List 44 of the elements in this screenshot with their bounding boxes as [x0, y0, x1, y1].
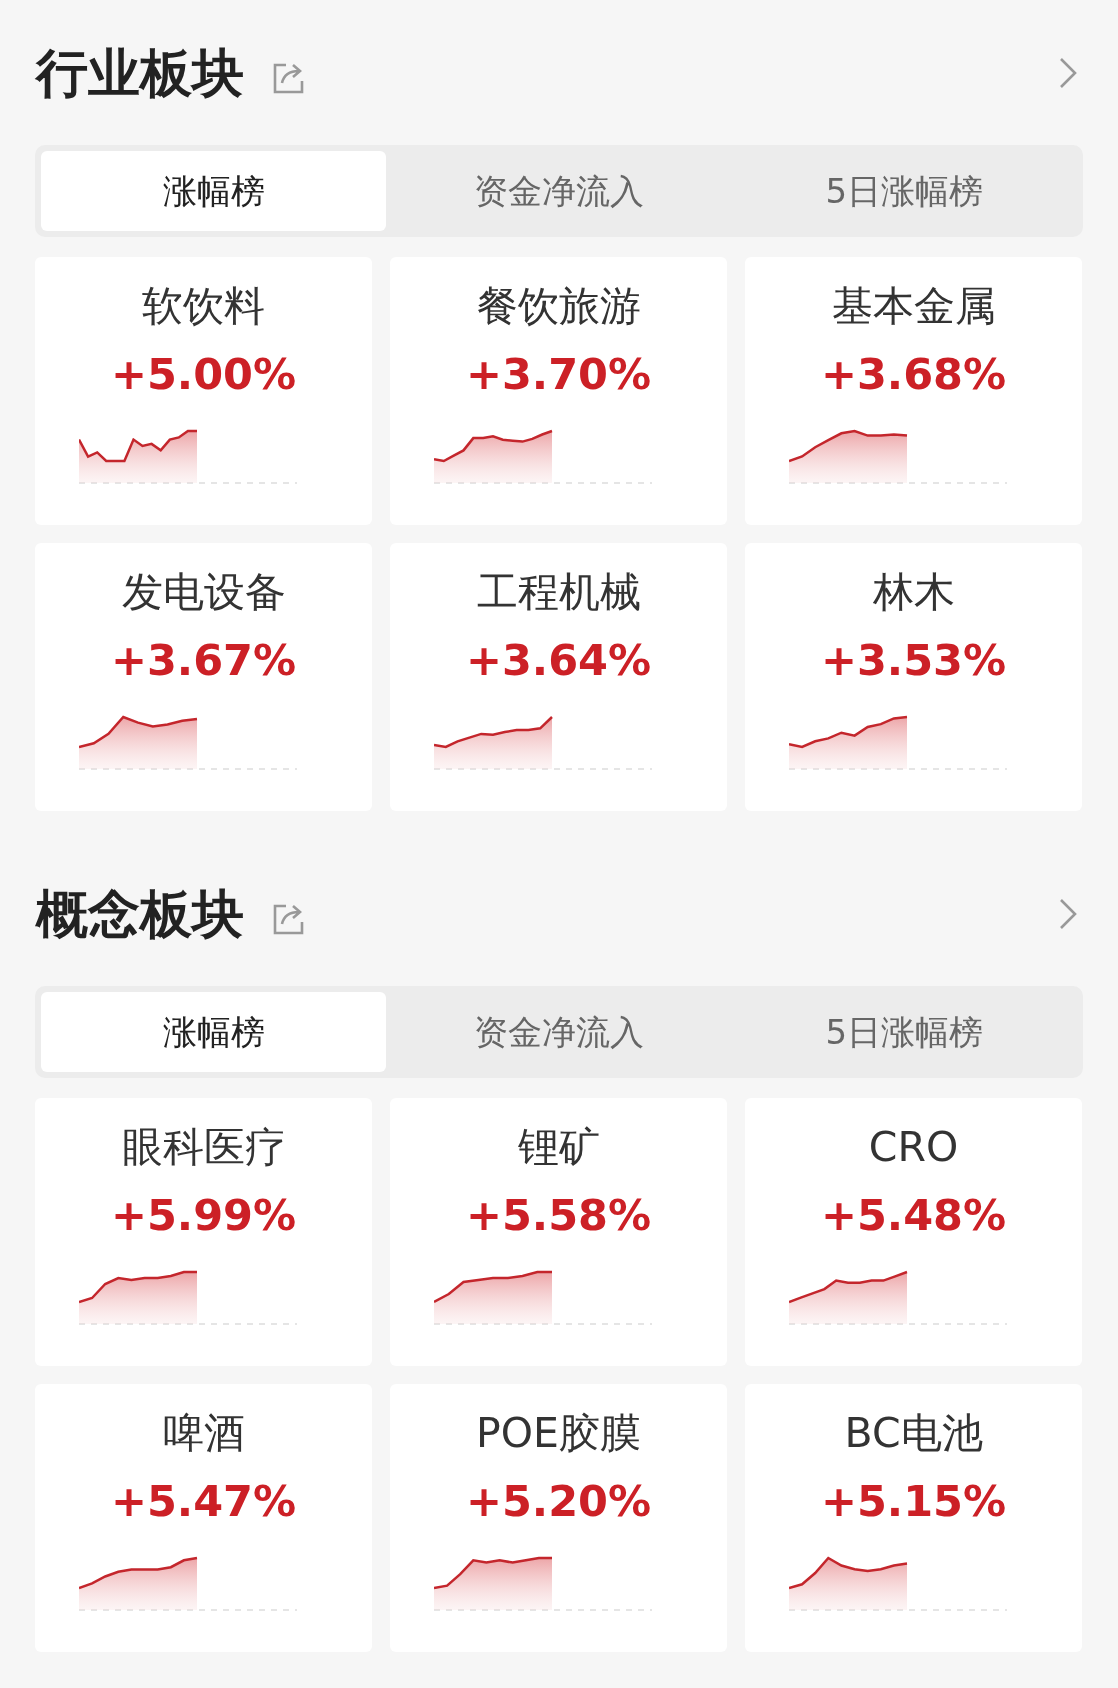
sector-card[interactable]: POE胶膜 +5.20% [390, 1384, 727, 1652]
sector-card[interactable]: 锂矿 +5.58% [390, 1098, 727, 1366]
percent-change: +5.15% [819, 1475, 1008, 1528]
section-title: 行业板块 [36, 46, 244, 99]
percent-change: +5.99% [109, 1189, 298, 1242]
sector-card[interactable]: 基本金属 +3.68% [745, 257, 1082, 525]
sector-card[interactable]: CRO +5.48% [745, 1098, 1082, 1366]
tab[interactable]: 资金净流入 [386, 992, 732, 1072]
sector-name: 锂矿 [516, 1122, 601, 1173]
sector-card[interactable]: 工程机械 +3.64% [390, 543, 727, 811]
sector-card[interactable]: BC电池 +5.15% [745, 1384, 1082, 1652]
percent-change: +3.67% [109, 634, 298, 687]
sector-name: POE胶膜 [475, 1408, 642, 1459]
sector-card[interactable]: 餐饮旅游 +3.70% [390, 257, 727, 525]
sector-name: 啤酒 [161, 1408, 246, 1459]
percent-change: +5.47% [109, 1475, 298, 1528]
tab[interactable]: 5日涨幅榜 [731, 151, 1077, 231]
sector-name: BC电池 [843, 1408, 984, 1459]
sector-name: 基本金属 [830, 281, 997, 332]
sector-name: 林木 [871, 567, 956, 618]
percent-change: +5.00% [109, 348, 298, 401]
sector-name: 餐饮旅游 [475, 281, 642, 332]
percent-change: +3.70% [464, 348, 653, 401]
sector-name: 眼科医疗 [120, 1122, 287, 1173]
tab[interactable]: 5日涨幅榜 [731, 992, 1077, 1072]
sector-card[interactable]: 眼科医疗 +5.99% [35, 1098, 372, 1366]
section-title: 概念板块 [36, 887, 244, 940]
sector-card[interactable]: 软饮料 +5.00% [35, 257, 372, 525]
percent-change: +5.48% [819, 1189, 1008, 1242]
tab[interactable]: 涨幅榜 [41, 992, 387, 1072]
percent-change: +3.68% [819, 348, 1008, 401]
percent-change: +5.20% [464, 1475, 653, 1528]
sector-card[interactable]: 林木 +3.53% [745, 543, 1082, 811]
percent-change: +5.58% [464, 1189, 653, 1242]
sector-name: 工程机械 [475, 567, 642, 618]
tab[interactable]: 涨幅榜 [41, 151, 387, 231]
sector-name: CRO [867, 1122, 960, 1173]
sector-name: 发电设备 [120, 567, 287, 618]
sector-card[interactable]: 发电设备 +3.67% [35, 543, 372, 811]
sector-card[interactable]: 啤酒 +5.47% [35, 1384, 372, 1652]
tab[interactable]: 资金净流入 [386, 151, 732, 231]
percent-change: +3.53% [819, 634, 1008, 687]
sector-name: 软饮料 [141, 281, 266, 332]
percent-change: +3.64% [464, 634, 653, 687]
